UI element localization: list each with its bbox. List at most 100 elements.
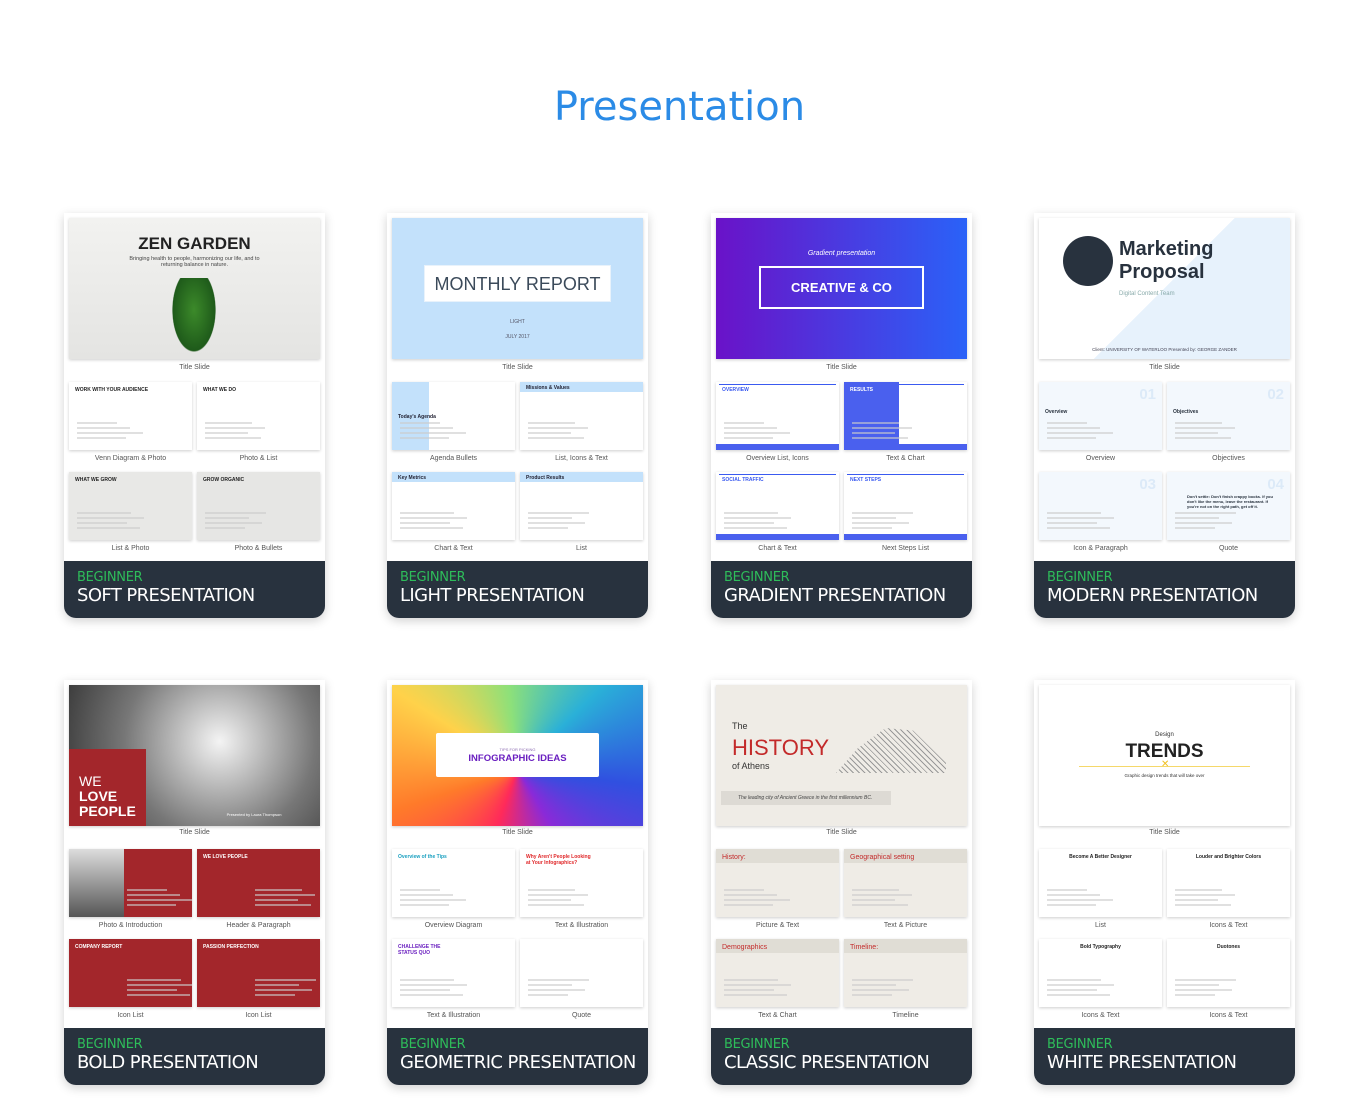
layout-thumbnail[interactable]: OVERVIEW (716, 382, 839, 450)
layout-heading: Bold Typography (1080, 944, 1121, 950)
layout-thumbnail[interactable]: 03 (1039, 472, 1162, 540)
layout-heading: Timeline: (850, 944, 879, 951)
layout-thumbnail[interactable]: "Take two seemingly unrelated topics and… (520, 939, 643, 1007)
layout-caption: Quote (571, 1012, 592, 1019)
layout-thumbnail[interactable]: SOCIAL TRAFFIC (716, 472, 839, 540)
layout-thumbnail[interactable] (69, 849, 192, 917)
layout-thumbnail[interactable]: Demographics (716, 939, 839, 1007)
title-slide-thumbnail[interactable]: Gradient presentation CREATIVE & CO (716, 218, 967, 359)
template-card[interactable]: TIPS FOR PICKING INFOGRAPHIC IDEAS Title S… (387, 680, 648, 1085)
layout-caption: Icons & Text (1209, 922, 1248, 929)
level-label: BEGINNER (724, 1037, 790, 1052)
template-card[interactable]: LIGHT MONTHLY REPORT JULY 2017 Title Slide T… (387, 213, 648, 618)
layout-caption: List (1095, 922, 1106, 929)
template-name[interactable]: SOFT PRESENTATION (77, 585, 325, 606)
plant-image (169, 278, 219, 358)
template-card[interactable]: Gradient presentation CREATIVE & CO Title … (711, 213, 972, 618)
layout-thumbnail[interactable]: Missions & Values (520, 382, 643, 450)
layout-thumbnail[interactable]: WHAT WE DO (197, 382, 320, 450)
layout-heading: Missions & Values (526, 384, 570, 391)
layout-caption: Overview List, Icons (746, 455, 809, 462)
layout-heading: NEXT STEPS (850, 477, 882, 483)
layout-caption: Venn Diagram & Photo (94, 455, 167, 462)
layout-thumbnail[interactable]: COMPANY REPORT (69, 939, 192, 1007)
template-name[interactable]: CLASSIC PRESENTATION (724, 1052, 972, 1073)
layout-thumbnail[interactable]: Duotones (1167, 939, 1290, 1007)
layout-thumbnail[interactable]: 02 Objectives (1167, 382, 1290, 450)
template-card[interactable]: ✕ Design TRENDS Graphic design trends that … (1034, 680, 1295, 1085)
template-card[interactable]: WE LOVE PEOPLE Presented by Laura Thompson… (64, 680, 325, 1085)
layout-thumbnail[interactable]: Today's Agenda (392, 382, 515, 450)
slide-title: ZEN GARDEN (138, 234, 251, 253)
level-label: BEGINNER (724, 570, 790, 585)
layout-thumbnail[interactable]: RESULTS (844, 382, 967, 450)
layout-heading: OVERVIEW (722, 387, 749, 393)
layout-caption: Photo & Bullets (234, 545, 283, 552)
layout-thumbnail[interactable]: History: (716, 849, 839, 917)
layout-heading: Objectives (1173, 409, 1199, 415)
template-card[interactable]: The leading city of Ancient Greece in th… (711, 680, 972, 1085)
slide-caption: Title Slide (1149, 829, 1180, 836)
layout-thumbnail[interactable]: Geographical setting (844, 849, 967, 917)
layout-caption: Chart & Text (758, 545, 797, 552)
slide-caption: Title Slide (1149, 364, 1180, 371)
layout-thumbnail[interactable]: CHALLENGE THE STATUS QUO (392, 939, 515, 1007)
layout-thumbnail[interactable]: Product Results (520, 472, 643, 540)
title-slide-thumbnail[interactable]: ✕ Design TRENDS Graphic design trends that … (1039, 685, 1290, 826)
slide-number: 03 (1139, 476, 1156, 493)
layout-thumbnail[interactable]: Become A Better Designer (1039, 849, 1162, 917)
title-slide-thumbnail[interactable]: ZEN GARDEN Bringing health to people, har… (69, 218, 320, 359)
slide-kicker: LIGHT (510, 319, 525, 325)
layout-thumbnail[interactable]: PASSION PERFECTION (197, 939, 320, 1007)
layout-heading: RESULTS (850, 387, 873, 393)
layout-thumbnail[interactable]: Bold Typography (1039, 939, 1162, 1007)
slide-caption: Title Slide (826, 829, 857, 836)
layout-thumbnail[interactable]: WE LOVE PEOPLE (197, 849, 320, 917)
layout-caption: Next Steps List (881, 545, 930, 552)
layout-caption: Text & Picture (883, 922, 928, 929)
layout-thumbnail[interactable]: 04 Don't settle: Don't finish crappy book… (1167, 472, 1290, 540)
slide-number: 02 (1267, 386, 1284, 403)
title-slide-thumbnail[interactable]: Digital Content Team Marketing Proposal Cl… (1039, 218, 1290, 359)
template-card[interactable]: Digital Content Team Marketing Proposal Cl… (1034, 213, 1295, 618)
layout-thumbnail[interactable]: Key Metrics (392, 472, 515, 540)
template-name[interactable]: MODERN PRESENTATION (1047, 585, 1295, 606)
layout-thumbnail[interactable]: WORK WITH YOUR AUDIENCE (69, 382, 192, 450)
template-name[interactable]: WHITE PRESENTATION (1047, 1052, 1295, 1073)
layout-caption: Quote (1218, 545, 1239, 552)
layout-heading: History: (722, 854, 746, 861)
layout-caption: Timeline (892, 1012, 919, 1019)
level-label: BEGINNER (1047, 570, 1113, 585)
layout-heading: Become A Better Designer (1069, 854, 1132, 860)
template-name[interactable]: LIGHT PRESENTATION (400, 585, 648, 606)
layout-thumbnail[interactable]: Why Aren't People Looking at Your Infogr… (520, 849, 643, 917)
title-slide-thumbnail[interactable]: WE LOVE PEOPLE Presented by Laura Thompson (69, 685, 320, 826)
layout-heading: CHALLENGE THE STATUS QUO (398, 944, 441, 956)
template-name[interactable]: GRADIENT PRESENTATION (724, 585, 972, 606)
layout-caption: Picture & Text (755, 922, 800, 929)
layout-thumbnail[interactable]: GROW ORGANIC (197, 472, 320, 540)
layout-heading: WE LOVE PEOPLE (203, 854, 248, 860)
title-slide-thumbnail[interactable]: The leading city of Ancient Greece in th… (716, 685, 967, 826)
template-card[interactable]: ZEN GARDEN Bringing health to people, har… (64, 213, 325, 618)
layout-thumbnail[interactable]: 01 Overview (1039, 382, 1162, 450)
slide-caption: Title Slide (502, 364, 533, 371)
layout-caption: Overview Diagram (424, 922, 483, 929)
layout-thumbnail[interactable]: Timeline: (844, 939, 967, 1007)
layout-thumbnail[interactable]: Louder and Brighter Colors (1167, 849, 1290, 917)
slide-title: CREATIVE & CO (759, 266, 924, 309)
layout-caption: Icons & Text (1081, 1012, 1120, 1019)
slide-subtitle: Client: UNIVERSITY OF WATERLOO Presented… (1092, 347, 1237, 352)
layout-caption: Text & Chart (758, 1012, 797, 1019)
layout-thumbnail[interactable]: NEXT STEPS (844, 472, 967, 540)
layout-heading: "Take two seemingly unrelated topics and… (541, 957, 621, 977)
acropolis-sketch (836, 728, 946, 773)
template-name[interactable]: BOLD PRESENTATION (77, 1052, 325, 1073)
slide-kicker: WE (79, 773, 102, 789)
title-slide-thumbnail[interactable]: LIGHT MONTHLY REPORT JULY 2017 (392, 218, 643, 359)
layout-thumbnail[interactable]: WHAT WE GROW (69, 472, 192, 540)
layout-thumbnail[interactable]: Overview of the Tips (392, 849, 515, 917)
template-name[interactable]: GEOMETRIC PRESENTATION (400, 1052, 648, 1073)
title-slide-thumbnail[interactable]: TIPS FOR PICKING INFOGRAPHIC IDEAS (392, 685, 643, 826)
layout-heading: Today's Agenda (398, 414, 436, 420)
